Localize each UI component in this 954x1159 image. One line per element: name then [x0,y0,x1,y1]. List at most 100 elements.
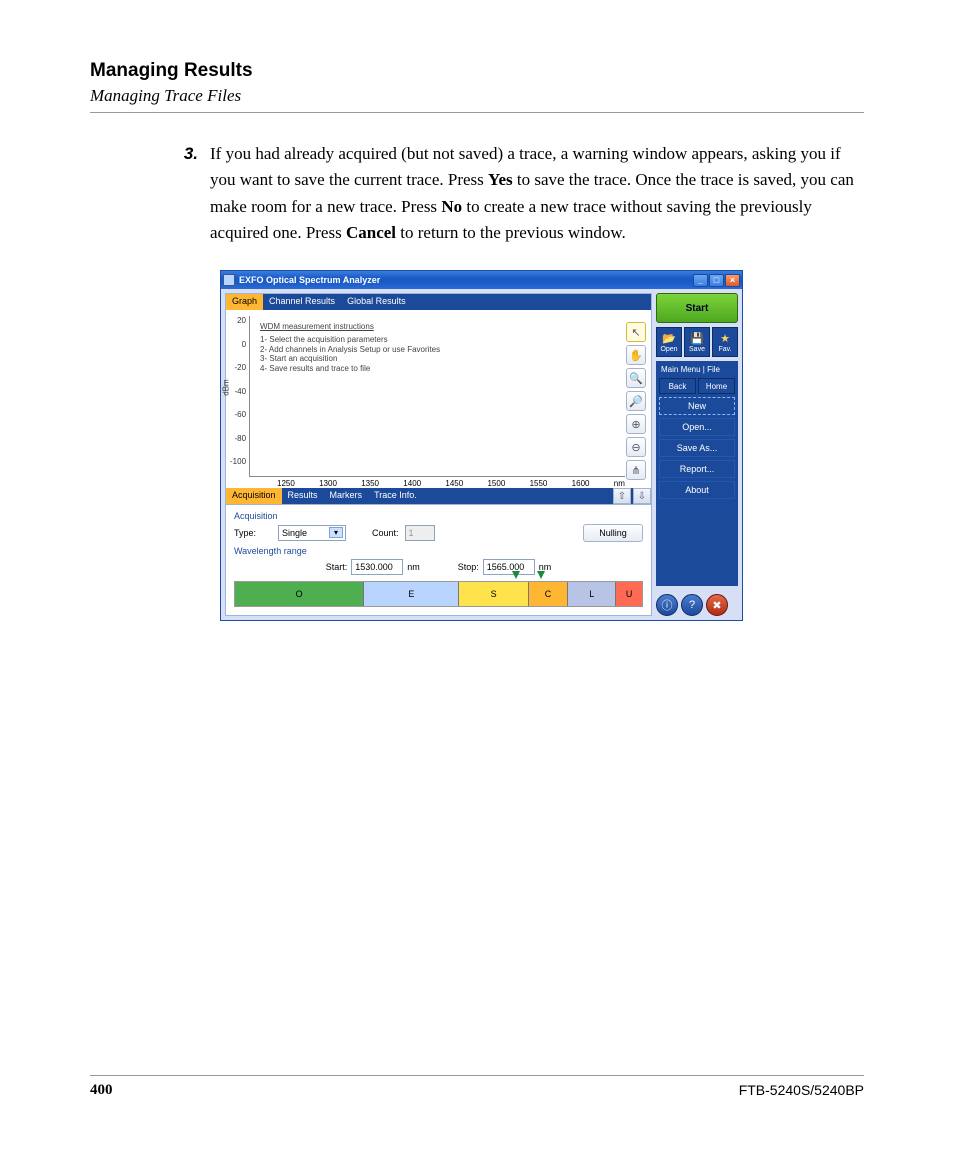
zoom-out-icon[interactable]: 🔎 [626,391,646,411]
zoom-plus-icon[interactable]: ⊕ [626,414,646,434]
page-number: 400 [90,1082,113,1099]
menu-open[interactable]: Open... [659,418,735,436]
y-tick: -100 [230,457,246,466]
start-button[interactable]: Start [656,293,738,323]
back-button[interactable]: Back [659,378,696,394]
band-l[interactable]: L [568,582,616,606]
section-subtitle: Managing Trace Files [90,86,864,106]
maximize-button[interactable]: □ [709,274,724,287]
app-window: EXFO Optical Spectrum Analyzer _ □ × Gra… [220,270,743,621]
x-tick: 1500 [487,479,505,488]
zoom-in-icon[interactable]: 🔍 [626,368,646,388]
step-number: 3. [180,141,210,246]
menu-new[interactable]: New [659,397,735,415]
cancel-keyword: Cancel [346,223,396,242]
band-s[interactable]: S [459,582,528,606]
instructions-title: WDM measurement instructions [260,322,440,332]
y-tick: -80 [234,434,246,443]
type-label: Type: [234,528,272,538]
menu-save-as[interactable]: Save As... [659,439,735,457]
menu-about[interactable]: About [659,481,735,499]
y-axis-label: dBm [222,380,231,396]
main-area: Graph Channel Results Global Results 20 … [225,293,652,616]
zoom-minus-icon[interactable]: ⊖ [626,437,646,457]
home-button[interactable]: Home [698,378,735,394]
x-tick: 1400 [403,479,421,488]
x-tick: 1600 [572,479,590,488]
no-keyword: No [441,197,462,216]
folder-open-icon: 📂 [662,332,676,345]
y-axis: 20 0 -20 -40 -60 -80 -100 dBm [230,316,249,466]
x-tick: nm [614,479,625,488]
header-rule [90,112,864,113]
band-e[interactable]: E [364,582,459,606]
close-button[interactable]: × [725,274,740,287]
breadcrumb: Main Menu | File [659,364,735,375]
markers-tool-icon[interactable]: ⋔ [626,460,646,480]
step-3: 3. If you had already acquired (but not … [180,141,864,246]
product-model: FTB-5240S/5240BP [739,1082,864,1099]
y-tick: -20 [234,363,246,372]
stop-marker-icon[interactable] [537,571,545,579]
titlebar[interactable]: EXFO Optical Spectrum Analyzer _ □ × [221,271,742,289]
pointer-tool-icon[interactable]: ↖ [626,322,646,342]
start-marker-icon[interactable] [512,571,520,579]
tab-markers[interactable]: Markers [324,488,369,504]
acquisition-group-label: Acquisition [234,511,643,521]
x-tick: 1300 [319,479,337,488]
nulling-button[interactable]: Nulling [583,524,643,542]
count-field: 1 [405,525,435,541]
band-o[interactable]: O [235,582,364,606]
range-markers [234,571,643,581]
section-title: Managing Results [90,60,864,82]
tab-channel-results[interactable]: Channel Results [263,294,341,310]
type-dropdown[interactable]: Single [278,525,346,541]
tab-results[interactable]: Results [282,488,324,504]
page-footer: 400 FTB-5240S/5240BP [90,1075,864,1099]
open-button[interactable]: 📂 Open [656,327,682,357]
panel-up-icon[interactable]: ⇧ [613,488,631,504]
menu-report[interactable]: Report... [659,460,735,478]
exit-button[interactable]: ✖ [706,594,728,616]
open-label: Open [660,346,677,353]
star-icon: ★ [720,332,730,345]
wavelength-bands[interactable]: OESCLU [234,581,643,607]
tab-graph[interactable]: Graph [226,294,263,310]
x-axis: 1250 1300 1350 1400 1450 1500 1550 1600 … [249,477,625,488]
minimize-button[interactable]: _ [693,274,708,287]
wavelength-group-label: Wavelength range [234,546,643,556]
instruction-line: 4- Save results and trace to file [260,364,440,374]
plot-area[interactable]: WDM measurement instructions 1- Select t… [249,316,625,477]
tab-global-results[interactable]: Global Results [341,294,412,310]
window-title: EXFO Optical Spectrum Analyzer [239,275,693,285]
x-tick: 1250 [277,479,295,488]
x-tick: 1350 [361,479,379,488]
help-button[interactable]: ? [681,594,703,616]
x-tick: 1550 [530,479,548,488]
acquisition-panel: Acquisition Type: Single Count: 1 Nullin… [226,504,651,615]
instruction-line: 2- Add channels in Analysis Setup or use… [260,345,440,355]
band-u[interactable]: U [616,582,642,606]
fav-label: Fav. [718,346,731,353]
top-tabs: Graph Channel Results Global Results [226,294,651,310]
x-tick: 1450 [445,479,463,488]
sidebar: Start 📂 Open 💾 Save ★ Fav. [656,293,738,616]
instruction-line: 3- Start an acquisition [260,354,440,364]
tab-trace-info[interactable]: Trace Info. [368,488,423,504]
save-label: Save [689,346,705,353]
band-c[interactable]: C [529,582,568,606]
fav-button[interactable]: ★ Fav. [712,327,738,357]
panel-down-icon[interactable]: ⇩ [633,488,651,504]
info-button[interactable]: ⓘ [656,594,678,616]
tab-acquisition[interactable]: Acquisition [226,488,282,504]
step-body: If you had already acquired (but not sav… [210,141,864,246]
save-button[interactable]: 💾 Save [684,327,710,357]
instructions: WDM measurement instructions 1- Select t… [260,322,440,373]
y-tick: 20 [237,316,246,325]
pan-tool-icon[interactable]: ✋ [626,345,646,365]
step-text: to return to the previous window. [396,223,626,242]
app-icon [223,274,235,286]
y-tick: -60 [234,410,246,419]
screenshot: EXFO Optical Spectrum Analyzer _ □ × Gra… [220,270,743,621]
yes-keyword: Yes [488,170,513,189]
